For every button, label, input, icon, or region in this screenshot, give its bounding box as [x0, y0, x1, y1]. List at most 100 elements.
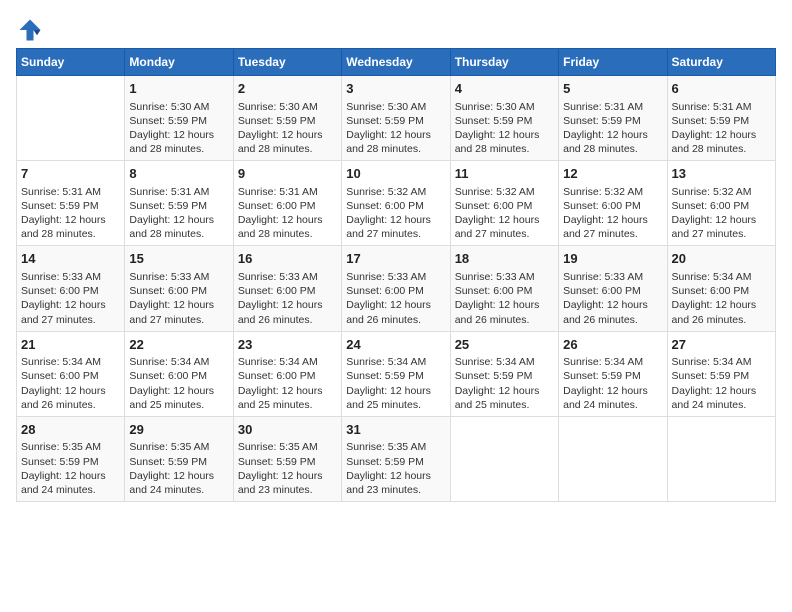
calendar-cell: 28Sunrise: 5:35 AM Sunset: 5:59 PM Dayli… — [17, 416, 125, 501]
logo-icon — [16, 16, 44, 44]
day-number: 5 — [563, 80, 662, 98]
day-number: 14 — [21, 250, 120, 268]
calendar-cell — [450, 416, 558, 501]
calendar-cell: 29Sunrise: 5:35 AM Sunset: 5:59 PM Dayli… — [125, 416, 233, 501]
calendar-cell: 26Sunrise: 5:34 AM Sunset: 5:59 PM Dayli… — [559, 331, 667, 416]
calendar-cell — [667, 416, 775, 501]
day-number: 2 — [238, 80, 337, 98]
calendar-week-row: 28Sunrise: 5:35 AM Sunset: 5:59 PM Dayli… — [17, 416, 776, 501]
day-number: 20 — [672, 250, 771, 268]
calendar-header-row: SundayMondayTuesdayWednesdayThursdayFrid… — [17, 49, 776, 76]
calendar-cell: 23Sunrise: 5:34 AM Sunset: 6:00 PM Dayli… — [233, 331, 341, 416]
cell-info: Sunrise: 5:30 AM Sunset: 5:59 PM Dayligh… — [238, 100, 337, 157]
day-number: 23 — [238, 336, 337, 354]
col-header-thursday: Thursday — [450, 49, 558, 76]
cell-info: Sunrise: 5:35 AM Sunset: 5:59 PM Dayligh… — [129, 440, 228, 497]
cell-info: Sunrise: 5:30 AM Sunset: 5:59 PM Dayligh… — [129, 100, 228, 157]
day-number: 28 — [21, 421, 120, 439]
calendar-cell: 30Sunrise: 5:35 AM Sunset: 5:59 PM Dayli… — [233, 416, 341, 501]
calendar-week-row: 14 Sunrise: 5:33 AM Sunset: 6:00 PM Dayli… — [17, 246, 776, 331]
calendar-week-row: 7 Sunrise: 5:31 AM Sunset: 5:59 PM Daylig… — [17, 161, 776, 246]
calendar-cell: 25Sunrise: 5:34 AM Sunset: 5:59 PM Dayli… — [450, 331, 558, 416]
calendar-cell: 17 Sunrise: 5:33 AM Sunset: 6:00 PM Dayli… — [342, 246, 450, 331]
cell-info: Sunrise: 5:31 AM Sunset: 6:00 PM Dayligh… — [238, 185, 337, 242]
day-number: 19 — [563, 250, 662, 268]
day-number: 22 — [129, 336, 228, 354]
cell-info: Sunrise: 5:34 AM Sunset: 6:00 PM Dayligh… — [129, 355, 228, 412]
cell-info: Sunrise: 5:34 AM Sunset: 5:59 PM Dayligh… — [455, 355, 554, 412]
calendar-cell: 3 Sunrise: 5:30 AM Sunset: 5:59 PM Daylig… — [342, 76, 450, 161]
cell-info: Sunrise: 5:33 AM Sunset: 6:00 PM Dayligh… — [455, 270, 554, 327]
cell-info: Sunrise: 5:32 AM Sunset: 6:00 PM Dayligh… — [455, 185, 554, 242]
day-number: 7 — [21, 165, 120, 183]
cell-info: Sunrise: 5:35 AM Sunset: 5:59 PM Dayligh… — [21, 440, 120, 497]
calendar-cell: 2 Sunrise: 5:30 AM Sunset: 5:59 PM Daylig… — [233, 76, 341, 161]
calendar-cell: 16 Sunrise: 5:33 AM Sunset: 6:00 PM Dayli… — [233, 246, 341, 331]
calendar-week-row: 1 Sunrise: 5:30 AM Sunset: 5:59 PM Daylig… — [17, 76, 776, 161]
day-number: 29 — [129, 421, 228, 439]
cell-info: Sunrise: 5:31 AM Sunset: 5:59 PM Dayligh… — [563, 100, 662, 157]
cell-info: Sunrise: 5:34 AM Sunset: 6:00 PM Dayligh… — [238, 355, 337, 412]
cell-info: Sunrise: 5:35 AM Sunset: 5:59 PM Dayligh… — [238, 440, 337, 497]
cell-info: Sunrise: 5:33 AM Sunset: 6:00 PM Dayligh… — [563, 270, 662, 327]
day-number: 24 — [346, 336, 445, 354]
day-number: 11 — [455, 165, 554, 183]
calendar-cell: 19 Sunrise: 5:33 AM Sunset: 6:00 PM Dayli… — [559, 246, 667, 331]
day-number: 15 — [129, 250, 228, 268]
calendar-cell: 20 Sunrise: 5:34 AM Sunset: 6:00 PM Dayli… — [667, 246, 775, 331]
col-header-monday: Monday — [125, 49, 233, 76]
col-header-friday: Friday — [559, 49, 667, 76]
cell-info: Sunrise: 5:34 AM Sunset: 6:00 PM Dayligh… — [672, 270, 771, 327]
day-number: 10 — [346, 165, 445, 183]
day-number: 18 — [455, 250, 554, 268]
calendar-cell: 8 Sunrise: 5:31 AM Sunset: 5:59 PM Daylig… — [125, 161, 233, 246]
day-number: 31 — [346, 421, 445, 439]
calendar-cell: 22Sunrise: 5:34 AM Sunset: 6:00 PM Dayli… — [125, 331, 233, 416]
calendar-cell: 6 Sunrise: 5:31 AM Sunset: 5:59 PM Daylig… — [667, 76, 775, 161]
cell-info: Sunrise: 5:31 AM Sunset: 5:59 PM Dayligh… — [21, 185, 120, 242]
calendar-cell — [559, 416, 667, 501]
calendar-cell: 21Sunrise: 5:34 AM Sunset: 6:00 PM Dayli… — [17, 331, 125, 416]
cell-info: Sunrise: 5:35 AM Sunset: 5:59 PM Dayligh… — [346, 440, 445, 497]
day-number: 1 — [129, 80, 228, 98]
day-number: 21 — [21, 336, 120, 354]
cell-info: Sunrise: 5:31 AM Sunset: 5:59 PM Dayligh… — [129, 185, 228, 242]
day-number: 16 — [238, 250, 337, 268]
day-number: 13 — [672, 165, 771, 183]
cell-info: Sunrise: 5:33 AM Sunset: 6:00 PM Dayligh… — [346, 270, 445, 327]
day-number: 25 — [455, 336, 554, 354]
cell-info: Sunrise: 5:30 AM Sunset: 5:59 PM Dayligh… — [455, 100, 554, 157]
cell-info: Sunrise: 5:33 AM Sunset: 6:00 PM Dayligh… — [21, 270, 120, 327]
cell-info: Sunrise: 5:34 AM Sunset: 6:00 PM Dayligh… — [21, 355, 120, 412]
col-header-wednesday: Wednesday — [342, 49, 450, 76]
cell-info: Sunrise: 5:31 AM Sunset: 5:59 PM Dayligh… — [672, 100, 771, 157]
day-number: 6 — [672, 80, 771, 98]
day-number: 17 — [346, 250, 445, 268]
calendar-cell: 12 Sunrise: 5:32 AM Sunset: 6:00 PM Dayli… — [559, 161, 667, 246]
day-number: 9 — [238, 165, 337, 183]
calendar-cell: 10 Sunrise: 5:32 AM Sunset: 6:00 PM Dayli… — [342, 161, 450, 246]
calendar-cell: 1 Sunrise: 5:30 AM Sunset: 5:59 PM Daylig… — [125, 76, 233, 161]
col-header-saturday: Saturday — [667, 49, 775, 76]
cell-info: Sunrise: 5:32 AM Sunset: 6:00 PM Dayligh… — [563, 185, 662, 242]
day-number: 12 — [563, 165, 662, 183]
calendar-cell: 14 Sunrise: 5:33 AM Sunset: 6:00 PM Dayli… — [17, 246, 125, 331]
calendar-cell: 18 Sunrise: 5:33 AM Sunset: 6:00 PM Dayli… — [450, 246, 558, 331]
calendar-table: SundayMondayTuesdayWednesdayThursdayFrid… — [16, 48, 776, 502]
calendar-cell: 24Sunrise: 5:34 AM Sunset: 5:59 PM Dayli… — [342, 331, 450, 416]
calendar-cell: 27Sunrise: 5:34 AM Sunset: 5:59 PM Dayli… — [667, 331, 775, 416]
day-number: 4 — [455, 80, 554, 98]
cell-info: Sunrise: 5:30 AM Sunset: 5:59 PM Dayligh… — [346, 100, 445, 157]
cell-info: Sunrise: 5:32 AM Sunset: 6:00 PM Dayligh… — [346, 185, 445, 242]
calendar-week-row: 21Sunrise: 5:34 AM Sunset: 6:00 PM Dayli… — [17, 331, 776, 416]
day-number: 3 — [346, 80, 445, 98]
calendar-cell: 11 Sunrise: 5:32 AM Sunset: 6:00 PM Dayli… — [450, 161, 558, 246]
calendar-cell: 15 Sunrise: 5:33 AM Sunset: 6:00 PM Dayli… — [125, 246, 233, 331]
logo — [16, 16, 48, 44]
day-number: 8 — [129, 165, 228, 183]
cell-info: Sunrise: 5:32 AM Sunset: 6:00 PM Dayligh… — [672, 185, 771, 242]
cell-info: Sunrise: 5:33 AM Sunset: 6:00 PM Dayligh… — [238, 270, 337, 327]
calendar-cell — [17, 76, 125, 161]
calendar-cell: 5 Sunrise: 5:31 AM Sunset: 5:59 PM Daylig… — [559, 76, 667, 161]
cell-info: Sunrise: 5:33 AM Sunset: 6:00 PM Dayligh… — [129, 270, 228, 327]
